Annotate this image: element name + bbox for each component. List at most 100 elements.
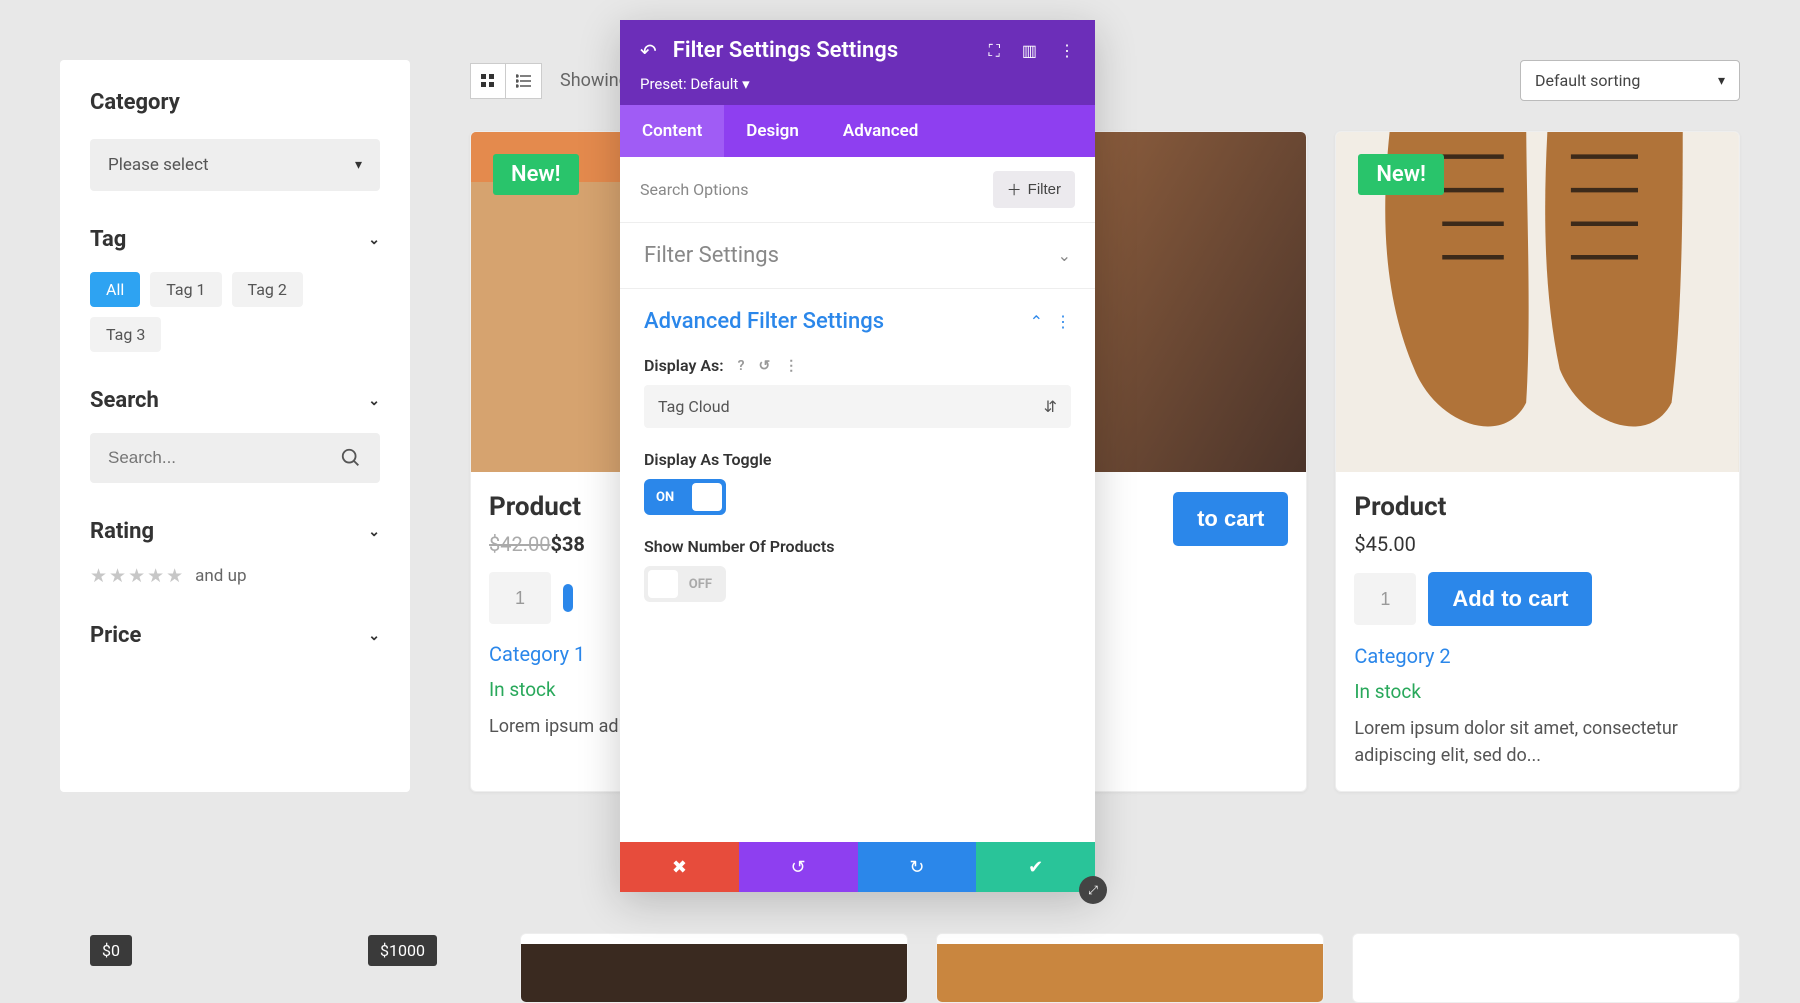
display-as-toggle[interactable]: ON: [644, 479, 726, 515]
sidebar: Category Please select ▾ Tag ⌄ All Tag 1…: [60, 60, 410, 792]
section-title: Filter Settings: [644, 243, 779, 268]
section-advanced-filter: Advanced Filter Settings ⌃ ⋮ Display As:…: [620, 288, 1095, 622]
rating-row[interactable]: ★★★★★ and up: [90, 564, 380, 587]
tag-item[interactable]: Tag 1: [150, 272, 221, 307]
sort-value: Default sorting: [1535, 71, 1640, 90]
more-icon[interactable]: ⋮: [1059, 41, 1075, 61]
category-select[interactable]: Please select ▾: [90, 139, 380, 191]
price-heading: Price: [90, 623, 141, 648]
show-number-label: Show Number Of Products: [644, 537, 1071, 556]
chevron-down-icon: ▾: [742, 75, 750, 93]
list-view-button[interactable]: [506, 63, 542, 99]
tag-item[interactable]: All: [90, 272, 140, 307]
search-heading: Search: [90, 388, 159, 413]
chevron-down-icon: ⌄: [368, 393, 380, 409]
undo-button[interactable]: ↺: [739, 842, 858, 892]
search-box: [90, 433, 380, 483]
search-icon: [340, 447, 362, 469]
modal-footer: ✖ ↺ ↻ ✔: [620, 842, 1095, 892]
product-image: New!: [1336, 132, 1739, 472]
chevron-down-icon: ▾: [355, 157, 362, 173]
redo-button[interactable]: ↻: [858, 842, 977, 892]
quantity-input[interactable]: [489, 572, 551, 624]
chevron-down-icon: ⌄: [1058, 246, 1071, 265]
options-bar: Search Options ＋ Filter: [620, 157, 1095, 222]
chevron-down-icon: ⌄: [368, 524, 380, 540]
confirm-button[interactable]: ✔: [976, 842, 1095, 892]
more-icon[interactable]: ⋮: [784, 358, 798, 374]
modal-title: Filter Settings Settings: [673, 38, 973, 63]
preset-row[interactable]: Preset: Default ▾: [620, 75, 1095, 105]
section-header[interactable]: Advanced Filter Settings ⌃ ⋮: [644, 309, 1071, 334]
category-link[interactable]: Category 2: [1354, 644, 1721, 668]
back-icon[interactable]: ↶: [640, 39, 657, 63]
more-icon[interactable]: ⋮: [1055, 312, 1071, 331]
resize-handle[interactable]: ⤢: [1079, 876, 1107, 904]
search-input[interactable]: [108, 448, 311, 468]
star-icon: ★★★★★: [90, 564, 185, 587]
help-icon[interactable]: ?: [738, 358, 745, 374]
close-icon: ✖: [672, 857, 687, 878]
add-to-cart-button[interactable]: Add to cart: [1428, 572, 1592, 626]
price-heading-row[interactable]: Price ⌄: [90, 623, 380, 648]
tab-content[interactable]: Content: [620, 105, 724, 157]
rating-heading-row[interactable]: Rating ⌄: [90, 519, 380, 544]
product-card: [936, 933, 1324, 1003]
plus-icon: ＋: [1007, 179, 1022, 200]
reset-icon[interactable]: ↺: [759, 358, 771, 374]
check-icon: ✔: [1028, 857, 1043, 878]
chevron-down-icon: ▾: [1718, 73, 1725, 89]
view-toggle: [470, 63, 542, 99]
display-as-label: Display As: ? ↺ ⋮: [644, 356, 1071, 375]
category-placeholder: Please select: [108, 155, 209, 175]
product-card: New! Product $45.00 Add to cart Category…: [1335, 131, 1740, 792]
modal-header: ↶ Filter Settings Settings ⛶ ▥ ⋮: [620, 20, 1095, 75]
chevron-up-icon: ⌃: [1030, 312, 1043, 331]
add-to-cart-button[interactable]: to cart: [1173, 492, 1288, 546]
chevron-down-icon: ⌄: [368, 628, 380, 644]
tag-item[interactable]: Tag 2: [232, 272, 303, 307]
sort-select[interactable]: Default sorting ▾: [1520, 60, 1740, 101]
tag-item[interactable]: Tag 3: [90, 317, 161, 352]
redo-icon: ↻: [909, 857, 924, 878]
new-badge: New!: [1358, 154, 1444, 195]
expand-icon[interactable]: ⛶: [989, 41, 1000, 61]
close-button[interactable]: ✖: [620, 842, 739, 892]
undo-icon: ↺: [791, 857, 806, 878]
list-icon: [516, 73, 532, 89]
bottom-row: [520, 933, 1740, 1003]
add-to-cart-button[interactable]: [563, 584, 573, 612]
tab-advanced[interactable]: Advanced: [821, 105, 941, 157]
display-as-select[interactable]: Tag Cloud ⇵: [644, 385, 1071, 428]
rating-heading: Rating: [90, 519, 154, 544]
tab-design[interactable]: Design: [724, 105, 821, 157]
section-title: Advanced Filter Settings: [644, 309, 884, 334]
product-card: [520, 933, 908, 1003]
display-toggle-label: Display As Toggle: [644, 450, 1071, 469]
grid-view-button[interactable]: [470, 63, 506, 99]
category-heading: Category: [90, 90, 380, 115]
stock-label: In stock: [1354, 680, 1721, 703]
price-max-badge: $1000: [368, 935, 437, 966]
column-icon[interactable]: ▥: [1022, 41, 1037, 61]
tag-heading: Tag: [90, 227, 126, 252]
search-heading-row[interactable]: Search ⌄: [90, 388, 380, 413]
modal-tabs: Content Design Advanced: [620, 105, 1095, 157]
quantity-input[interactable]: [1354, 573, 1416, 625]
filter-button[interactable]: ＋ Filter: [993, 171, 1075, 208]
new-badge: New!: [493, 154, 579, 195]
show-number-toggle[interactable]: OFF: [644, 566, 726, 602]
select-arrows-icon: ⇵: [1044, 397, 1057, 416]
product-title: Product: [1354, 492, 1721, 522]
tag-cloud: All Tag 1 Tag 2 Tag 3: [90, 272, 380, 352]
settings-modal: ↶ Filter Settings Settings ⛶ ▥ ⋮ Preset:…: [620, 20, 1095, 892]
product-price: $45.00: [1354, 532, 1721, 556]
section-filter-settings[interactable]: Filter Settings ⌄: [620, 222, 1095, 288]
price-min-badge: $0: [90, 935, 132, 966]
search-options-label[interactable]: Search Options: [640, 180, 748, 199]
grid-icon: [480, 73, 496, 89]
tag-heading-row[interactable]: Tag ⌄: [90, 227, 380, 252]
product-card: [1352, 933, 1740, 1003]
chevron-down-icon: ⌄: [368, 232, 380, 248]
product-desc: Lorem ipsum dolor sit amet, consectetur …: [1354, 715, 1721, 769]
